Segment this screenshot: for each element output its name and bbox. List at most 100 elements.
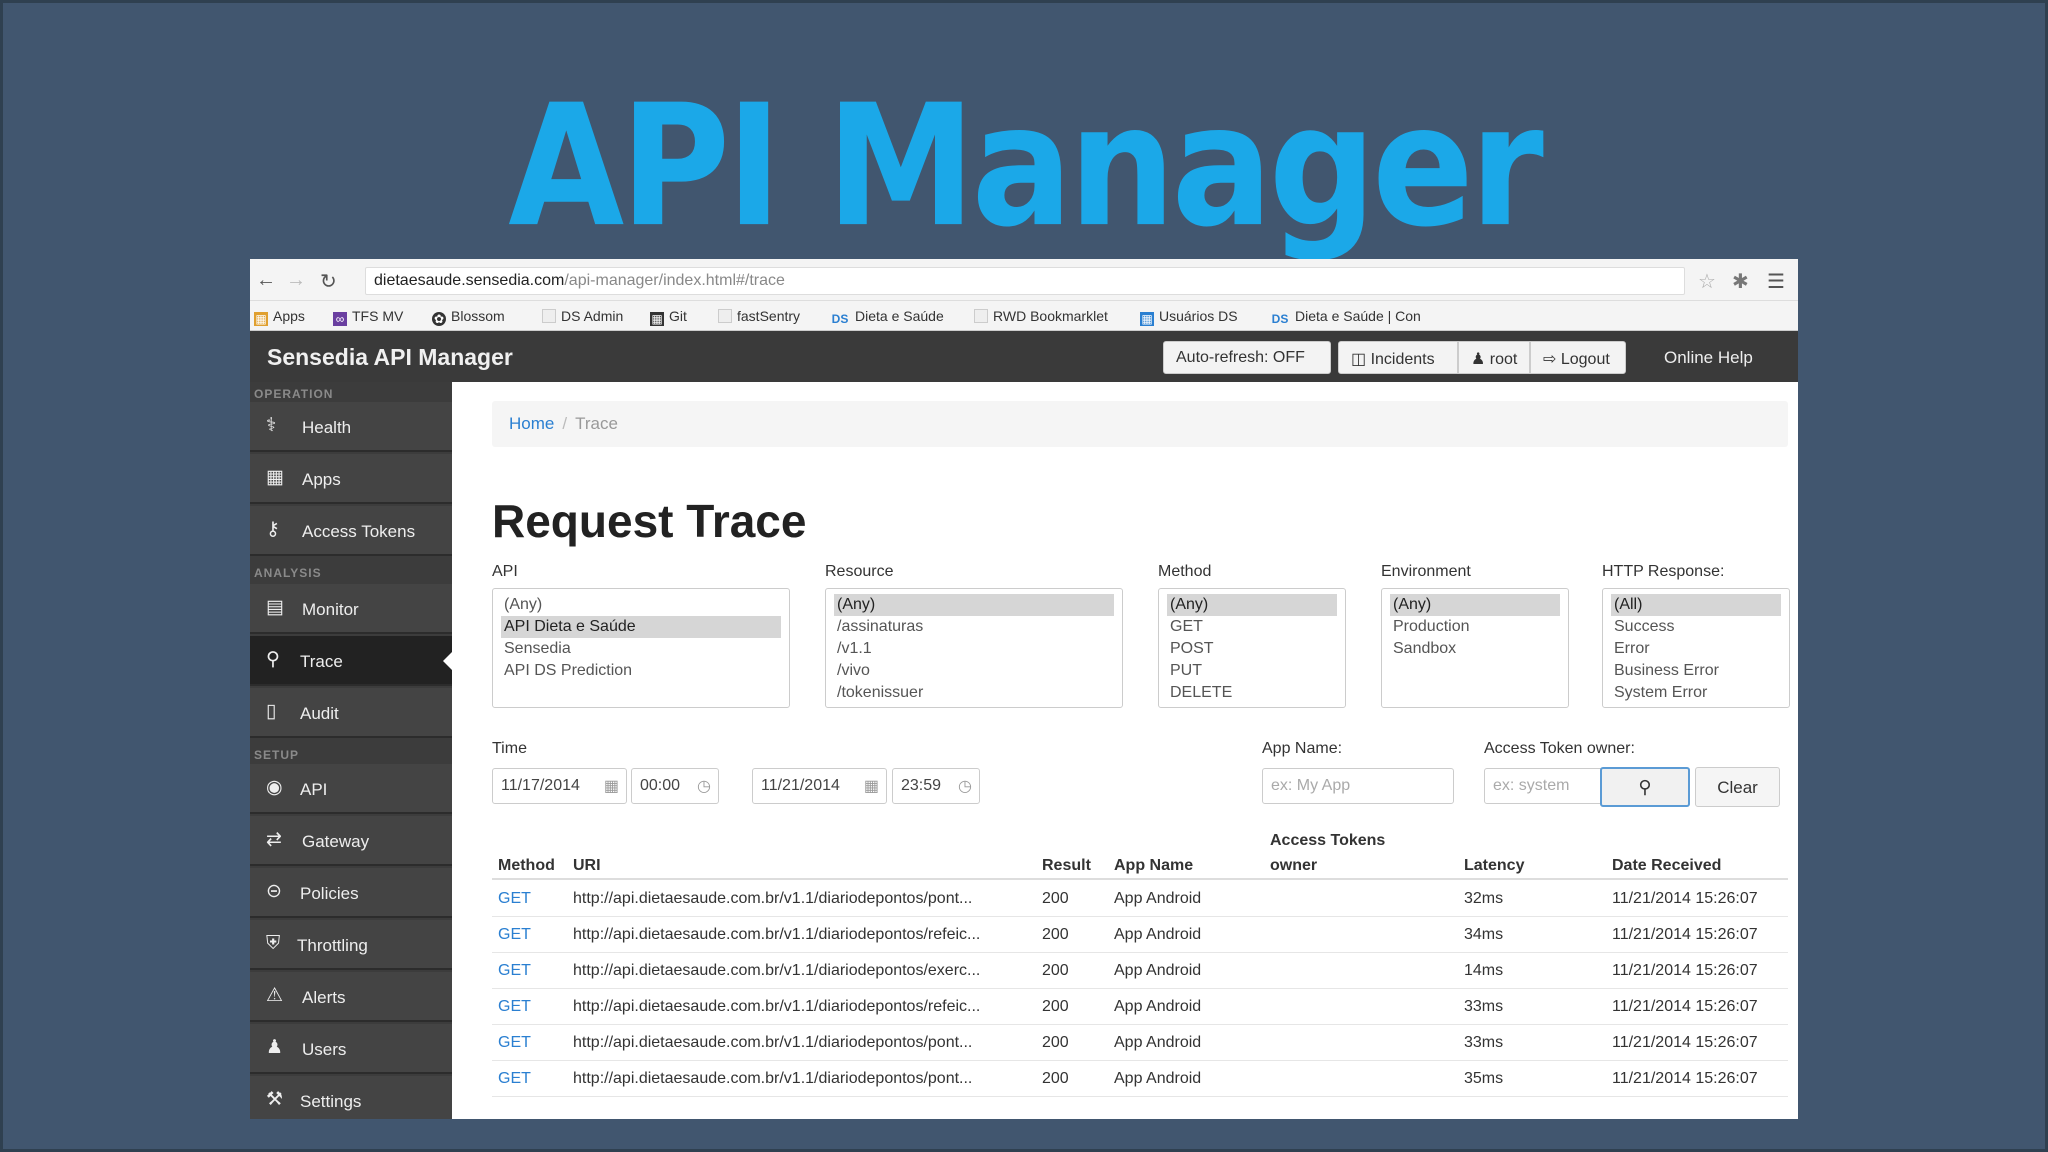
address-bar[interactable]: dietaesaude.sensedia.com/api-manager/ind… bbox=[365, 267, 1685, 295]
table-row[interactable]: GET http://api.dietaesaude.com.br/v1.1/d… bbox=[492, 989, 1788, 1025]
column-date-received[interactable]: Date Received bbox=[1612, 857, 1721, 875]
http-response-select[interactable]: (All) Success Error Business Error Syste… bbox=[1602, 588, 1790, 708]
api-filter-label: API bbox=[492, 563, 518, 580]
option-selected[interactable]: (Any) bbox=[834, 594, 1114, 616]
option[interactable]: Error bbox=[1611, 638, 1781, 660]
api-select[interactable]: (Any) API Dieta e Saúde Sensedia API DS … bbox=[492, 588, 790, 708]
table-row[interactable]: GET http://api.dietaesaude.com.br/v1.1/d… bbox=[492, 953, 1788, 989]
column-latency[interactable]: Latency bbox=[1464, 857, 1524, 875]
table-row[interactable]: GET http://api.dietaesaude.com.br/v1.1/d… bbox=[492, 1061, 1788, 1097]
sidebar-item-alerts[interactable]: ⚠ Alerts bbox=[250, 972, 452, 1022]
option[interactable]: Production bbox=[1390, 616, 1560, 638]
sidebar-item-api[interactable]: ◉ API bbox=[250, 764, 452, 814]
incidents-button[interactable]: ◫ Incidents bbox=[1338, 341, 1458, 374]
bookmark-item[interactable]: fastSentry bbox=[718, 308, 800, 324]
option[interactable]: /vivo bbox=[834, 660, 1114, 682]
calendar-icon[interactable]: ▦ bbox=[864, 776, 879, 796]
column-app-name[interactable]: App Name bbox=[1114, 857, 1193, 875]
option[interactable]: DELETE bbox=[1167, 682, 1337, 704]
search-button[interactable]: ⚲ bbox=[1600, 767, 1690, 807]
cell-method[interactable]: GET bbox=[498, 962, 531, 980]
sidebar-item-trace[interactable]: ⚲ Trace bbox=[250, 636, 453, 686]
option[interactable]: /assinaturas bbox=[834, 616, 1114, 638]
online-help-link[interactable]: Online Help bbox=[1664, 348, 1753, 368]
app-name-input[interactable]: ex: My App bbox=[1262, 768, 1454, 804]
sidebar-item-policies[interactable]: ⊝ Policies bbox=[250, 868, 452, 918]
from-date-value: 11/17/2014 bbox=[501, 777, 580, 794]
cell-method[interactable]: GET bbox=[498, 926, 531, 944]
column-token-owner[interactable]: Access Tokens bbox=[1270, 832, 1385, 850]
option-selected[interactable]: (Any) bbox=[1390, 594, 1560, 616]
reload-icon[interactable]: ↻ bbox=[320, 269, 337, 294]
cell-method[interactable]: GET bbox=[498, 998, 531, 1016]
to-date-input[interactable]: 11/21/2014 ▦ bbox=[752, 768, 887, 804]
clock-icon[interactable]: ◷ bbox=[697, 776, 711, 796]
option[interactable]: GET bbox=[1167, 616, 1337, 638]
from-time-input[interactable]: 00:00 ◷ bbox=[631, 768, 719, 804]
clock-icon[interactable]: ◷ bbox=[958, 776, 972, 796]
bookmark-item[interactable]: RWD Bookmarklet bbox=[974, 308, 1108, 324]
brand-title[interactable]: Sensedia API Manager bbox=[267, 344, 513, 371]
to-time-input[interactable]: 23:59 ◷ bbox=[892, 768, 980, 804]
from-date-input[interactable]: 11/17/2014 ▦ bbox=[492, 768, 627, 804]
method-select[interactable]: (Any) GET POST PUT DELETE bbox=[1158, 588, 1346, 708]
option[interactable]: POST bbox=[1167, 638, 1337, 660]
bookmark-item[interactable]: ∞ TFS MV bbox=[333, 308, 403, 326]
option[interactable]: API DS Prediction bbox=[501, 660, 781, 682]
bookmark-item[interactable]: ▦ Usuários DS bbox=[1140, 308, 1238, 326]
option-selected[interactable]: (Any) bbox=[1167, 594, 1337, 616]
table-row[interactable]: GET http://api.dietaesaude.com.br/v1.1/d… bbox=[492, 1025, 1788, 1061]
sidebar-item-gateway[interactable]: ⇄ Gateway bbox=[250, 816, 452, 866]
section-analysis: ANALYSIS bbox=[254, 566, 322, 580]
star-icon[interactable]: ☆ bbox=[1698, 269, 1716, 294]
sidebar-item-label: Settings bbox=[300, 1092, 362, 1111]
option[interactable]: PUT bbox=[1167, 660, 1337, 682]
sidebar-item-users[interactable]: ♟ Users bbox=[250, 1024, 452, 1074]
option-selected[interactable]: API Dieta e Saúde bbox=[501, 616, 781, 638]
bookmark-item[interactable]: ✿ Blossom bbox=[432, 308, 505, 326]
clear-button[interactable]: Clear bbox=[1695, 767, 1780, 807]
bookmark-item[interactable]: ▦ Apps bbox=[254, 308, 305, 326]
resource-select[interactable]: (Any) /assinaturas /v1.1 /vivo /tokeniss… bbox=[825, 588, 1123, 708]
sidebar-item-monitor[interactable]: ▤ Monitor bbox=[250, 584, 452, 634]
sidebar-item-settings[interactable]: ⚒ Settings bbox=[250, 1076, 452, 1119]
option[interactable]: /v1.1 bbox=[834, 638, 1114, 660]
cell-method[interactable]: GET bbox=[498, 1034, 531, 1052]
breadcrumb-home[interactable]: Home bbox=[509, 414, 554, 433]
table-row[interactable]: GET http://api.dietaesaude.com.br/v1.1/d… bbox=[492, 881, 1788, 917]
option[interactable]: /tokenissuer bbox=[834, 682, 1114, 704]
option[interactable]: Sandbox bbox=[1390, 638, 1560, 660]
option[interactable]: Business Error bbox=[1611, 660, 1781, 682]
sidebar-item-health[interactable]: ⚕ Health bbox=[250, 402, 452, 452]
option[interactable]: System Error bbox=[1611, 682, 1781, 704]
extension-icon[interactable]: ✱ bbox=[1732, 269, 1749, 294]
bookmark-item[interactable]: DS Dieta e Saúde bbox=[830, 308, 944, 326]
table-row[interactable]: GET http://api.dietaesaude.com.br/v1.1/d… bbox=[492, 917, 1788, 953]
menu-icon[interactable]: ☰ bbox=[1767, 269, 1785, 294]
environment-select[interactable]: (Any) Production Sandbox bbox=[1381, 588, 1569, 708]
option[interactable]: Success bbox=[1611, 616, 1781, 638]
option-selected[interactable]: (All) bbox=[1611, 594, 1781, 616]
sidebar-item-throttling[interactable]: ⛨ Throttling bbox=[250, 920, 452, 970]
user-button[interactable]: ♟ root bbox=[1458, 341, 1530, 374]
auto-refresh-button[interactable]: Auto-refresh: OFF bbox=[1163, 341, 1331, 374]
column-result[interactable]: Result bbox=[1042, 857, 1091, 875]
logout-button[interactable]: ⇨ Logout bbox=[1530, 341, 1626, 374]
bookmark-item[interactable]: ▦ Git bbox=[650, 308, 687, 326]
column-method[interactable]: Method bbox=[498, 857, 555, 875]
cell-method[interactable]: GET bbox=[498, 890, 531, 908]
sidebar-item-audit[interactable]: ▯ Audit bbox=[250, 688, 452, 738]
sidebar-item-access-tokens[interactable]: ⚷ Access Tokens bbox=[250, 506, 452, 556]
column-uri[interactable]: URI bbox=[573, 857, 601, 875]
bookmark-item[interactable]: DS Admin bbox=[542, 308, 623, 324]
cell-date: 11/21/2014 15:26:07 bbox=[1612, 890, 1758, 907]
option[interactable]: Sensedia bbox=[501, 638, 781, 660]
option[interactable]: (Any) bbox=[501, 594, 781, 616]
forward-icon[interactable]: → bbox=[286, 269, 306, 292]
back-icon[interactable]: ← bbox=[256, 269, 276, 292]
cell-uri: http://api.dietaesaude.com.br/v1.1/diari… bbox=[573, 1034, 973, 1051]
cell-method[interactable]: GET bbox=[498, 1070, 531, 1088]
sidebar-item-apps[interactable]: ▦ Apps bbox=[250, 454, 452, 504]
bookmark-item[interactable]: DS Dieta e Saúde | Con bbox=[1270, 308, 1421, 326]
calendar-icon[interactable]: ▦ bbox=[604, 776, 619, 796]
